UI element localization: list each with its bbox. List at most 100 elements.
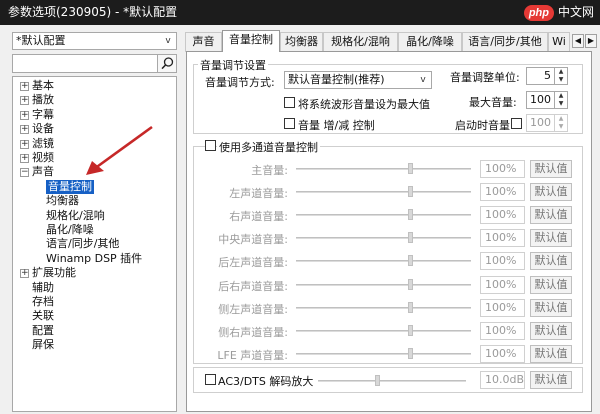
- tree-item-association[interactable]: 关联: [32, 309, 54, 323]
- expand-icon[interactable]: +: [20, 125, 29, 135]
- channel-slider[interactable]: [296, 329, 471, 332]
- tree-item-assist[interactable]: 辅助: [32, 281, 54, 295]
- chevron-down-icon: v: [165, 36, 171, 46]
- expand-icon[interactable]: +: [20, 110, 29, 120]
- tree-item-device[interactable]: 设备: [32, 122, 54, 136]
- volume-mode-select[interactable]: 默认音量控制(推荐) v: [284, 71, 432, 89]
- channel-slider-thumb[interactable]: [408, 278, 413, 290]
- startup-volume-checkbox[interactable]: [511, 118, 522, 129]
- tree-item-playback[interactable]: 播放: [32, 93, 54, 107]
- channel-value-box: 100%: [480, 206, 525, 225]
- tree-item-extensions[interactable]: 扩展功能: [32, 266, 76, 280]
- tree-item-archive[interactable]: 存档: [32, 295, 54, 309]
- ac3-checkbox[interactable]: [205, 374, 216, 385]
- expand-icon[interactable]: +: [20, 154, 29, 163]
- spinner-arrows-icon[interactable]: ▲ ▼: [554, 115, 567, 131]
- channel-value-box: 100%: [480, 229, 525, 248]
- multichannel-checkbox[interactable]: [205, 140, 216, 151]
- search-button[interactable]: [157, 54, 177, 73]
- channel-default-button[interactable]: 默认值: [530, 275, 572, 294]
- channel-slider-thumb[interactable]: [408, 163, 413, 174]
- startup-volume-spinner[interactable]: 100 ▲ ▼: [526, 114, 568, 132]
- tree-item-language-sync[interactable]: 语言/同步/其他: [46, 237, 119, 251]
- channel-slider-thumb[interactable]: [408, 232, 413, 244]
- channel-slider[interactable]: [296, 237, 471, 240]
- tab-language-sync[interactable]: 语言/同步/其他: [462, 32, 548, 52]
- expand-icon[interactable]: +: [20, 82, 29, 91]
- search-icon: [161, 57, 174, 70]
- channel-default-button[interactable]: 默认值: [530, 252, 572, 271]
- channel-slider[interactable]: [296, 306, 471, 309]
- window-title: 参数选项(230905) - *默认配置: [8, 5, 178, 19]
- tab-normalize-reverb[interactable]: 规格化/混响: [323, 32, 398, 52]
- tree-item-winamp-dsp[interactable]: Winamp DSP 插件: [46, 252, 142, 266]
- tree-item-screensaver[interactable]: 屏保: [32, 338, 54, 352]
- channel-slider[interactable]: [296, 283, 471, 286]
- tab-scroll-right-button[interactable]: ▶: [585, 34, 597, 48]
- volume-unit-spinner[interactable]: 5 ▲ ▼: [526, 67, 568, 85]
- spinner-arrows-icon[interactable]: ▲ ▼: [554, 92, 567, 108]
- ac3-slider-thumb[interactable]: [375, 375, 380, 386]
- spinner-arrows-icon[interactable]: ▲ ▼: [554, 68, 567, 84]
- max-volume-spinner[interactable]: 100 ▲ ▼: [526, 91, 568, 109]
- channel-label: 侧右声道音量:: [218, 325, 288, 339]
- channel-default-button[interactable]: 默认值: [530, 298, 572, 317]
- channel-value-box: 100%: [480, 183, 525, 202]
- channel-default-button[interactable]: 默认值: [530, 160, 572, 178]
- channel-label: 中央声道音量:: [218, 233, 288, 247]
- channel-default-button[interactable]: 默认值: [530, 183, 572, 202]
- tree-item-config[interactable]: 配置: [32, 324, 54, 338]
- volume-increase-checkbox[interactable]: [284, 118, 295, 129]
- expand-icon[interactable]: +: [20, 139, 29, 149]
- tree-item-equalizer[interactable]: 均衡器: [46, 194, 79, 208]
- channel-slider-thumb[interactable]: [408, 255, 413, 267]
- channel-default-button[interactable]: 默认值: [530, 344, 572, 363]
- window-titlebar: 参数选项(230905) - *默认配置: [0, 0, 600, 25]
- preset-select[interactable]: *默认配置 v: [12, 32, 177, 50]
- tab-scroll-left-button[interactable]: ◀: [572, 34, 584, 48]
- collapse-icon[interactable]: −: [20, 168, 29, 178]
- tree-item-video[interactable]: 视频: [32, 151, 54, 165]
- ac3-slider[interactable]: [318, 380, 466, 382]
- channel-slider-thumb[interactable]: [408, 209, 413, 221]
- expand-icon[interactable]: +: [20, 96, 29, 106]
- tab-winamp[interactable]: Wi: [548, 32, 570, 52]
- channel-slider[interactable]: [296, 168, 471, 170]
- channel-slider[interactable]: [296, 352, 471, 355]
- channel-default-button[interactable]: 默认值: [530, 229, 572, 248]
- volume-mode-value: 默认音量控制(推荐): [288, 73, 385, 86]
- channel-slider-thumb[interactable]: [408, 324, 413, 336]
- channel-slider[interactable]: [296, 214, 471, 217]
- tree-item-filter[interactable]: 滤镜: [32, 137, 54, 151]
- max-volume-value: 100: [530, 93, 551, 106]
- channel-slider-thumb[interactable]: [408, 301, 413, 313]
- preset-value: *默认配置: [16, 34, 66, 47]
- channel-value-box: 100%: [480, 344, 525, 363]
- tree-item-basic[interactable]: 基本: [32, 79, 54, 93]
- max-wave-volume-checkbox[interactable]: [284, 97, 295, 108]
- channel-slider[interactable]: [296, 260, 471, 263]
- channel-slider-thumb[interactable]: [408, 186, 413, 198]
- tab-volume-control[interactable]: 音量控制: [222, 30, 280, 52]
- tree-item-crystal-denoise[interactable]: 晶化/降噪: [46, 223, 94, 237]
- max-wave-volume-label: 将系统波形音量设为最大值: [298, 98, 430, 111]
- tree-item-sound[interactable]: 声音: [32, 165, 54, 179]
- expand-icon[interactable]: +: [20, 269, 29, 279]
- channel-value-box: 100%: [480, 298, 525, 317]
- channel-default-button[interactable]: 默认值: [530, 321, 572, 340]
- watermark: php 中文网: [523, 3, 594, 21]
- channel-slider[interactable]: [296, 191, 471, 194]
- chevron-down-icon: v: [420, 75, 426, 85]
- tab-equalizer[interactable]: 均衡器: [280, 32, 323, 52]
- channel-slider-thumb[interactable]: [408, 347, 413, 359]
- tab-crystal-denoise[interactable]: 晶化/降噪: [398, 32, 462, 52]
- tree-item-volume-control[interactable]: 音量控制: [46, 179, 94, 194]
- tree-item-subtitle[interactable]: 字幕: [32, 108, 54, 122]
- channel-value-box: 100%: [480, 275, 525, 294]
- channel-default-button[interactable]: 默认值: [530, 206, 572, 225]
- search-input[interactable]: [12, 54, 176, 73]
- tab-sound[interactable]: 声音: [185, 32, 222, 52]
- ac3-default-button[interactable]: 默认值: [530, 371, 572, 389]
- tree-item-normalize-reverb[interactable]: 规格化/混响: [46, 209, 105, 223]
- channel-value-box: 100%: [480, 160, 525, 178]
